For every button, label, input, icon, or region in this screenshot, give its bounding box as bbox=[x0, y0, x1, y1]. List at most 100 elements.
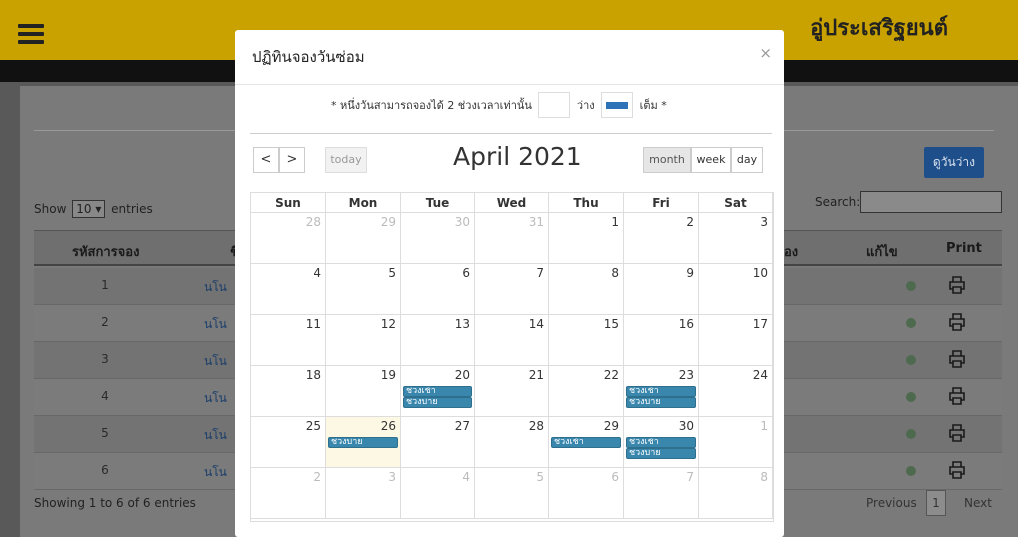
print-icon[interactable] bbox=[949, 424, 965, 446]
calendar-day-cell[interactable]: 4 bbox=[401, 468, 475, 519]
booking-event[interactable]: ช่วงบ่าย bbox=[328, 437, 398, 448]
today-button[interactable]: today bbox=[325, 147, 367, 173]
prev-month-button[interactable]: < bbox=[253, 147, 279, 173]
booking-event[interactable]: ช่วงบ่าย bbox=[626, 397, 696, 408]
edit-icon[interactable] bbox=[906, 392, 916, 402]
calendar-day-cell[interactable]: 4 bbox=[251, 264, 326, 315]
calendar-day-cell[interactable]: 13 bbox=[401, 315, 475, 366]
customer-link[interactable]: นโน bbox=[204, 389, 227, 408]
print-icon[interactable] bbox=[949, 313, 965, 335]
calendar-day-cell[interactable]: 19 bbox=[326, 366, 401, 417]
calendar-day-cell[interactable]: 8 bbox=[549, 264, 624, 315]
calendar-day-cell[interactable]: 6 bbox=[549, 468, 624, 519]
calendar-day-cell[interactable]: 17 bbox=[699, 315, 773, 366]
calendar-day-cell[interactable]: 24 bbox=[699, 366, 773, 417]
month-view-button[interactable]: month bbox=[643, 147, 691, 173]
weekday-header: Thu bbox=[549, 193, 624, 213]
calendar-day-cell[interactable]: 7 bbox=[475, 264, 549, 315]
booking-event[interactable]: ช่วงบ่าย bbox=[626, 448, 696, 459]
booking-event[interactable]: ช่วงเช้า bbox=[403, 386, 472, 397]
calendar-day-cell[interactable]: 30 bbox=[401, 213, 475, 264]
day-number: 5 bbox=[536, 470, 544, 484]
close-icon[interactable]: × bbox=[759, 44, 772, 62]
calendar-day-cell[interactable]: 5 bbox=[475, 468, 549, 519]
calendar-day-cell[interactable]: 25 bbox=[251, 417, 326, 468]
calendar-day-cell[interactable]: 2 bbox=[624, 213, 699, 264]
calendar-day-cell[interactable]: 10 bbox=[699, 264, 773, 315]
day-number: 2 bbox=[686, 215, 694, 229]
menu-icon[interactable] bbox=[18, 24, 44, 44]
calendar-day-cell[interactable]: 22 bbox=[549, 366, 624, 417]
calendar-day-cell[interactable]: 1 bbox=[549, 213, 624, 264]
edit-icon[interactable] bbox=[906, 355, 916, 365]
view-free-days-button[interactable]: ดูวันว่าง bbox=[923, 147, 984, 178]
calendar-day-cell[interactable]: 3 bbox=[699, 213, 773, 264]
calendar-day-cell[interactable]: 29 ช่วงเช้า bbox=[549, 417, 624, 468]
calendar-day-cell[interactable]: 2 bbox=[251, 468, 326, 519]
modal-divider bbox=[235, 84, 784, 85]
customer-link[interactable]: นโน bbox=[204, 426, 227, 445]
calendar-day-cell[interactable]: 12 bbox=[326, 315, 401, 366]
booking-event[interactable]: ช่วงเช้า bbox=[626, 386, 696, 397]
pagination-next[interactable]: Next bbox=[964, 496, 992, 510]
edit-icon[interactable] bbox=[906, 429, 916, 439]
edit-icon[interactable] bbox=[906, 281, 916, 291]
calendar-day-cell[interactable]: 14 bbox=[475, 315, 549, 366]
column-print[interactable]: Print bbox=[946, 241, 982, 256]
edit-icon[interactable] bbox=[906, 466, 916, 476]
customer-link[interactable]: นโน bbox=[204, 352, 227, 371]
day-number: 9 bbox=[686, 266, 694, 280]
day-number: 24 bbox=[752, 368, 768, 382]
column-edit[interactable]: แก้ไข bbox=[866, 241, 898, 262]
calendar-day-cell[interactable]: 5 bbox=[326, 264, 401, 315]
calendar-day-cell[interactable]: 26 ช่วงบ่าย bbox=[326, 417, 401, 468]
calendar-day-cell[interactable]: 20 ช่วงเช้า ช่วงบ่าย bbox=[401, 366, 475, 417]
calendar-day-cell[interactable]: 7 bbox=[624, 468, 699, 519]
entries-select-value: 10 bbox=[76, 202, 92, 216]
calendar-day-cell[interactable]: 18 bbox=[251, 366, 326, 417]
calendar-day-cell[interactable]: 31 bbox=[475, 213, 549, 264]
booking-event[interactable]: ช่วงเช้า bbox=[626, 437, 696, 448]
search-input[interactable] bbox=[860, 191, 1002, 213]
week-view-button[interactable]: week bbox=[691, 147, 731, 173]
edit-icon[interactable] bbox=[906, 318, 916, 328]
customer-link[interactable]: นโน bbox=[204, 278, 227, 297]
calendar-day-cell[interactable]: 27 bbox=[401, 417, 475, 468]
next-month-button[interactable]: > bbox=[279, 147, 305, 173]
day-number: 21 bbox=[528, 368, 544, 382]
day-number: 3 bbox=[388, 470, 396, 484]
booking-event[interactable]: ช่วงเช้า bbox=[551, 437, 621, 448]
column-booking-id[interactable]: รหัสการจอง bbox=[72, 241, 139, 262]
print-icon[interactable] bbox=[949, 461, 965, 483]
print-icon[interactable] bbox=[949, 387, 965, 409]
calendar-day-cell[interactable]: 9 bbox=[624, 264, 699, 315]
calendar-day-cell[interactable]: 30 ช่วงเช้า ช่วงบ่าย bbox=[624, 417, 699, 468]
calendar-day-cell[interactable]: 16 bbox=[624, 315, 699, 366]
customer-link[interactable]: นโน bbox=[204, 463, 227, 482]
calendar-day-cell[interactable]: 21 bbox=[475, 366, 549, 417]
pagination-previous[interactable]: Previous bbox=[866, 496, 917, 510]
calendar-day-cell[interactable]: 11 bbox=[251, 315, 326, 366]
print-icon[interactable] bbox=[949, 350, 965, 372]
calendar-day-cell[interactable]: 1 bbox=[699, 417, 773, 468]
print-icon[interactable] bbox=[949, 276, 965, 298]
calendar-day-cell[interactable]: 29 bbox=[326, 213, 401, 264]
calendar-month-title: April 2021 bbox=[453, 142, 582, 171]
booking-event[interactable]: ช่วงบ่าย bbox=[403, 397, 472, 408]
legend-note: * หนึ่งวันสามารถจองได้ 2 ช่วงเวลาเท่านั้… bbox=[331, 99, 532, 112]
day-number: 1 bbox=[611, 215, 619, 229]
pagination-current-page[interactable]: 1 bbox=[926, 490, 946, 516]
column-partial[interactable]: อง bbox=[784, 241, 798, 262]
day-view-button[interactable]: day bbox=[731, 147, 763, 173]
calendar-day-cell[interactable]: 23 ช่วงเช้า ช่วงบ่าย bbox=[624, 366, 699, 417]
calendar-day-cell[interactable]: 8 bbox=[699, 468, 773, 519]
entries-select[interactable]: 10 ▾ bbox=[72, 200, 106, 218]
show-label: Show bbox=[34, 202, 67, 216]
customer-link[interactable]: นโน bbox=[204, 315, 227, 334]
calendar-day-cell[interactable]: 3 bbox=[326, 468, 401, 519]
calendar-day-cell[interactable]: 28 bbox=[475, 417, 549, 468]
day-number: 15 bbox=[603, 317, 619, 331]
calendar-day-cell[interactable]: 15 bbox=[549, 315, 624, 366]
calendar-day-cell[interactable]: 6 bbox=[401, 264, 475, 315]
calendar-day-cell[interactable]: 28 bbox=[251, 213, 326, 264]
